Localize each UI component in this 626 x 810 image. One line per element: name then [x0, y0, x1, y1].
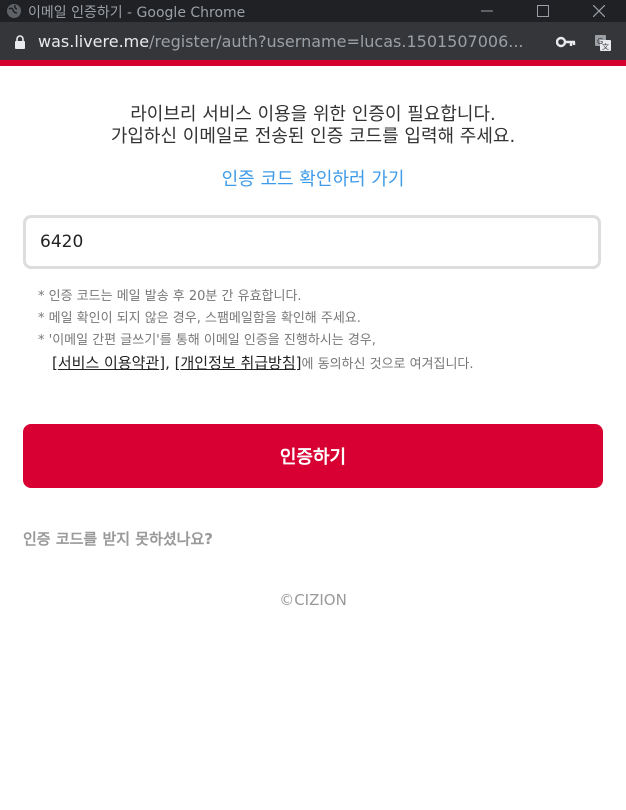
globe-icon — [7, 4, 21, 18]
brand-accent-line — [0, 60, 626, 66]
copyright-text: ©CIZION — [279, 591, 347, 609]
headline-line: 가입하신 이메일로 전송된 인증 코드를 입력해 주세요. — [110, 126, 516, 147]
minimize-button[interactable] — [462, 0, 512, 22]
notice-item: * 메일 확인이 되지 않은 경우, 스팸메일함을 확인해 주세요. — [38, 311, 361, 326]
notice-item: * 인증 코드는 메일 발송 후 20분 간 유효합니다. — [38, 289, 302, 304]
maximize-icon — [537, 5, 549, 17]
headline-line: 라이브리 서비스 이용을 위한 인증이 필요합니다. — [130, 104, 496, 125]
consent-suffix: 에 동의하신 것으로 여겨집니다. — [301, 357, 474, 372]
url-text[interactable]: was.livere.me/register/auth?username=luc… — [38, 32, 538, 51]
key-icon[interactable] — [556, 36, 576, 48]
consent-line: [서비스 이용약관], [개인정보 취급방침]에 동의하신 것으로 여겨집니다. — [52, 354, 474, 372]
verify-button[interactable]: 인증하기 — [23, 424, 603, 488]
url-host: was.livere.me — [38, 32, 150, 51]
minimize-icon — [481, 10, 493, 12]
address-bar[interactable]: was.livere.me/register/auth?username=luc… — [0, 22, 626, 60]
close-button[interactable] — [574, 0, 624, 22]
window-title: 이메일 인증하기 - Google Chrome — [28, 5, 246, 21]
notice-list: * 인증 코드는 메일 발송 후 20분 간 유효합니다. * 메일 확인이 되… — [38, 286, 608, 376]
close-icon — [593, 5, 605, 17]
svg-text:文: 文 — [602, 42, 609, 51]
notice-item: * '이메일 간편 글쓰기'를 통해 이메일 인증을 진행하시는 경우, — [38, 333, 376, 348]
terms-of-service-link[interactable]: 서비스 이용약관 — [58, 354, 159, 372]
privacy-policy-link[interactable]: 개인정보 취급방침 — [180, 354, 295, 372]
verify-code-link[interactable]: 인증 코드 확인하러 가기 — [0, 165, 626, 191]
url-path: /register/auth?username=lucas.1501507006… — [149, 32, 524, 51]
page-headline: 라이브리 서비스 이용을 위한 인증이 필요합니다. 가입하신 이메일로 전송된… — [0, 104, 626, 148]
auth-code-input[interactable] — [23, 215, 601, 269]
maximize-button[interactable] — [518, 0, 568, 22]
lock-icon[interactable] — [14, 35, 26, 49]
window-titlebar: 이메일 인증하기 - Google Chrome — [0, 0, 626, 22]
resend-code-link[interactable]: 인증 코드를 받지 못하셨나요? — [23, 528, 213, 549]
translate-icon[interactable]: G 文 — [594, 34, 612, 52]
